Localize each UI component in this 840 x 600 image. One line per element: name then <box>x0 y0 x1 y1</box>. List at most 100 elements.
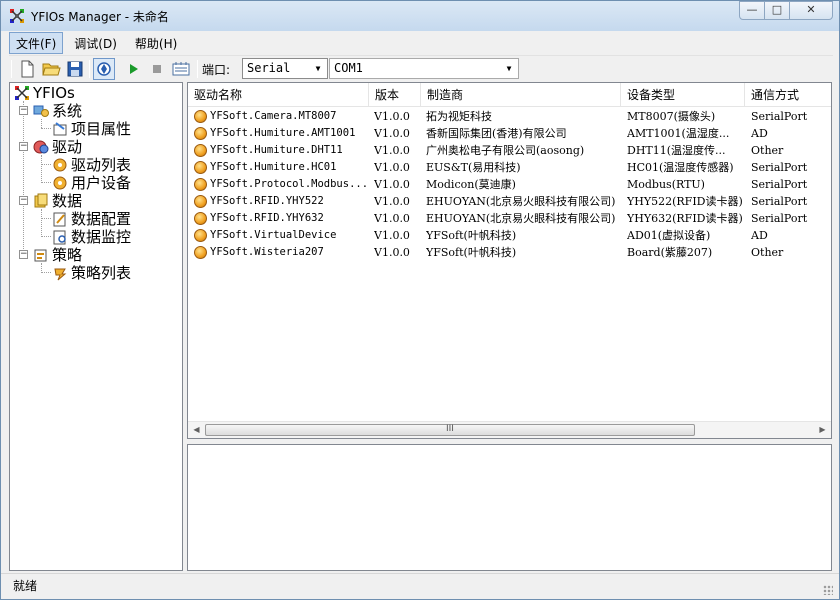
column-header-driver-name[interactable]: 驱动名称 <box>188 83 369 107</box>
table-row[interactable]: YFSoft.Protocol.Modbus... V1.0.0 Modicon(莫… <box>188 176 831 193</box>
strategy-icon <box>34 249 47 262</box>
chevron-down-icon[interactable]: ▼ <box>502 61 516 76</box>
data-config-icon <box>53 212 66 227</box>
tree-node-strategy[interactable]: 策略 <box>33 246 82 264</box>
tree-item-data-monitor[interactable]: 数据监控 <box>52 228 131 246</box>
save-icon[interactable] <box>65 59 85 79</box>
table-cell: MT8007(摄像头) <box>627 110 716 123</box>
minimize-button[interactable]: — <box>739 1 765 20</box>
tree-item-strategy-list[interactable]: 策略列表 <box>52 264 131 282</box>
menu-bar: 文件(F) 调试(D) 帮助(H) <box>9 32 833 54</box>
com-port-select[interactable]: COM1 ▼ <box>329 58 519 79</box>
chevron-down-icon[interactable]: ▼ <box>311 61 325 76</box>
horizontal-scrollbar[interactable]: ◀ III ▶ <box>188 421 831 438</box>
maximize-icon: □ <box>771 3 783 16</box>
tree-line <box>41 272 51 273</box>
table-cell: SerialPort <box>751 195 808 208</box>
table-cell: SerialPort <box>751 212 808 225</box>
column-header-device-type[interactable]: 设备类型 <box>621 83 745 107</box>
column-header-comm-mode[interactable]: 通信方式 <box>745 83 831 107</box>
stop-icon[interactable] <box>147 59 167 79</box>
table-row[interactable]: YFSoft.RFID.YHY522 V1.0.0 EHUOYAN(北京易火眼科技有… <box>188 193 831 210</box>
tree-item-data-config[interactable]: 数据配置 <box>52 210 131 228</box>
run-icon[interactable] <box>123 59 143 79</box>
strategy-list-icon <box>54 268 67 281</box>
collapse-icon[interactable]: − <box>19 196 28 205</box>
table-cell: AMT1001(温湿度... <box>627 127 730 140</box>
table-cell: YFSoft(叶帆科技) <box>426 246 517 259</box>
tree-node-data[interactable]: 数据 <box>33 192 82 210</box>
table-cell: Board(紫藤207) <box>627 246 713 259</box>
table-row[interactable]: YFSoft.Humiture.AMT1001 V1.0.0 香新国际集团(香港)有… <box>188 125 831 142</box>
table-row[interactable]: YFSoft.VirtualDevice V1.0.0 YFSoft(叶帆科技) AD… <box>188 227 831 244</box>
driver-icon <box>194 246 207 259</box>
table-cell: Modicon(莫迪康) <box>426 178 516 191</box>
table-cell: 拓为视矩科技 <box>426 110 492 123</box>
tree-node-label: 数据 <box>52 192 83 210</box>
collapse-icon[interactable]: − <box>19 250 28 259</box>
scroll-right-icon[interactable]: ▶ <box>814 422 831 438</box>
user-device-icon <box>53 176 67 190</box>
port-type-select[interactable]: Serial ▼ <box>242 58 328 79</box>
minimize-icon: — <box>746 3 758 16</box>
tree-item-label: 数据配置 <box>71 210 132 228</box>
driver-list: 驱动名称 版本 制造商 设备类型 通信方式 YFSoft.Camera.MT80… <box>187 82 832 439</box>
collapse-icon[interactable]: − <box>19 106 28 115</box>
app-logo-icon <box>15 86 29 100</box>
tree-node-system[interactable]: 系统 <box>33 102 82 120</box>
menu-file[interactable]: 文件(F) <box>9 32 64 54</box>
driver-icon <box>194 212 207 225</box>
table-cell: V1.0.0 <box>374 246 410 259</box>
table-row[interactable]: YFSoft.RFID.YHY632 V1.0.0 EHUOYAN(北京易火眼科技有… <box>188 210 831 227</box>
menu-debug[interactable]: 调试(D) <box>67 32 124 54</box>
tree-item-label: 项目属性 <box>71 120 132 138</box>
tree-line <box>41 218 51 219</box>
tree-item-label: 数据监控 <box>71 228 132 246</box>
tree-line <box>41 128 51 129</box>
column-header-version[interactable]: 版本 <box>369 83 421 107</box>
table-cell: 广州奥松电子有限公司(aosong) <box>426 144 585 157</box>
driver-list-icon <box>53 158 67 172</box>
table-cell: EHUOYAN(北京易火眼科技有限公司) <box>426 212 616 225</box>
column-header-manufacturer[interactable]: 制造商 <box>421 83 621 107</box>
table-row[interactable]: YFSoft.Humiture.DHT11 V1.0.0 广州奥松电子有限公司(ao… <box>188 142 831 159</box>
port-label: 端口: <box>202 63 231 77</box>
tree-item-driver-list[interactable]: 驱动列表 <box>52 156 131 174</box>
tree-line <box>41 209 42 237</box>
collapse-icon[interactable]: − <box>19 142 28 151</box>
table-row[interactable]: YFSoft.Wisteria207 V1.0.0 YFSoft(叶帆科技) Boar… <box>188 244 831 261</box>
close-icon: ✕ <box>806 3 816 16</box>
open-folder-icon[interactable] <box>41 59 61 79</box>
close-button[interactable]: ✕ <box>789 1 833 20</box>
tree-node-label: 驱动 <box>52 138 83 156</box>
menu-help[interactable]: 帮助(H) <box>128 32 184 54</box>
table-cell: YFSoft.Humiture.AMT1001 <box>210 127 356 139</box>
scroll-left-icon[interactable]: ◀ <box>188 422 205 438</box>
tree-line <box>41 182 51 183</box>
connect-icon[interactable] <box>93 58 115 80</box>
scroll-thumb[interactable]: III <box>205 424 695 436</box>
monitor-icon[interactable] <box>171 59 191 79</box>
tree-item-user-devices[interactable]: 用户设备 <box>52 174 131 192</box>
table-row[interactable]: YFSoft.Camera.MT8007 V1.0.0 拓为视矩科技 MT8007(摄… <box>188 108 831 125</box>
new-file-icon[interactable] <box>17 59 37 79</box>
table-cell: HC01(温湿度传感器) <box>627 161 734 174</box>
tree-node-driver[interactable]: 驱动 <box>33 138 82 156</box>
table-row[interactable]: YFSoft.Humiture.HC01 V1.0.0 EUS&T(易用科技) HC0… <box>188 159 831 176</box>
driver-icon <box>194 127 207 140</box>
window-title: YFIOs Manager - 未命名 <box>31 10 169 24</box>
table-cell: Modbus(RTU) <box>627 178 705 191</box>
table-cell: EUS&T(易用科技) <box>426 161 521 174</box>
driver-icon <box>194 178 207 191</box>
tree-item-project-properties[interactable]: 项目属性 <box>52 120 131 138</box>
maximize-button[interactable]: □ <box>764 1 790 20</box>
table-cell: V1.0.0 <box>374 110 410 123</box>
table-cell: V1.0.0 <box>374 229 410 242</box>
table-cell: YHY632(RFID读卡器) <box>627 212 743 225</box>
app-logo-icon <box>10 9 24 23</box>
tree-line <box>41 164 51 165</box>
resize-grip-icon[interactable] <box>823 585 833 595</box>
table-cell: V1.0.0 <box>374 212 410 225</box>
tree-root[interactable]: YFIOs <box>14 84 75 102</box>
driver-icon <box>194 110 207 123</box>
